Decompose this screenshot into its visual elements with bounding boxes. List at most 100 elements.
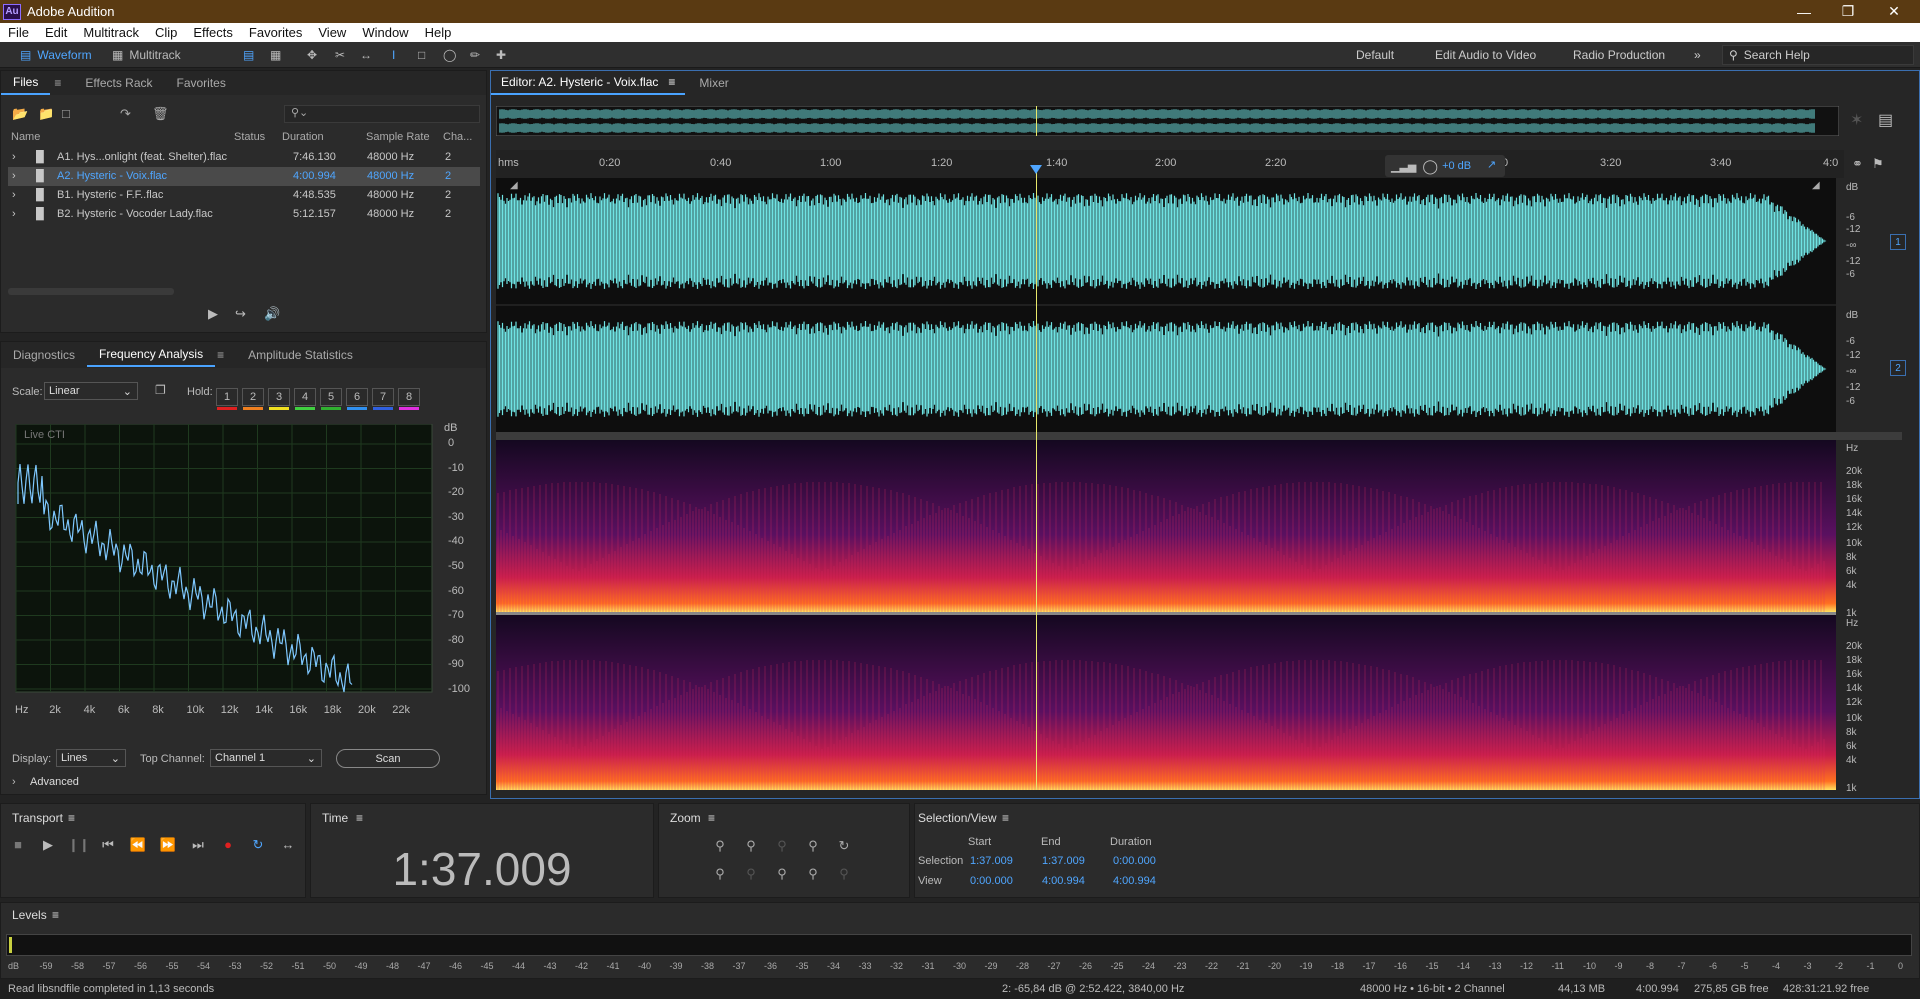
scan-button[interactable]: Scan: [336, 749, 440, 768]
headphones-icon[interactable]: ⚭: [1852, 156, 1863, 172]
col-name[interactable]: Name: [11, 131, 40, 143]
channel-1-toggle[interactable]: 1: [1890, 234, 1906, 250]
brush-tool-icon[interactable]: ✏: [470, 46, 480, 64]
selection-end[interactable]: 1:37.009: [1042, 855, 1085, 867]
waveform-display[interactable]: [496, 178, 1836, 432]
menu-effects[interactable]: Effects: [185, 25, 241, 40]
zoom-in-point-icon[interactable]: ⚲: [771, 866, 793, 882]
panel-menu-icon[interactable]: ≡: [1002, 811, 1009, 825]
view-end[interactable]: 4:00.994: [1042, 875, 1085, 887]
col-sample-rate[interactable]: Sample Rate: [366, 131, 430, 143]
expand-chevron-icon[interactable]: ›: [12, 170, 16, 182]
pin-hud-icon[interactable]: ↗: [1487, 158, 1496, 171]
zoom-out-full-icon[interactable]: ⚲: [771, 838, 793, 854]
file-row[interactable]: › █ B1. Hysteric - F.F..flac 4:48.535 48…: [8, 186, 480, 205]
col-status[interactable]: Status: [234, 131, 265, 143]
expand-chevron-icon[interactable]: ›: [12, 208, 16, 220]
marquee-tool-icon[interactable]: □: [418, 46, 425, 64]
slip-tool-icon[interactable]: ↔: [360, 46, 372, 64]
tab-diagnostics[interactable]: Diagnostics: [1, 343, 87, 367]
expand-chevron-icon[interactable]: ›: [12, 189, 16, 201]
preview-play-icon[interactable]: ▶: [208, 306, 218, 322]
tab-effects-rack[interactable]: Effects Rack: [73, 71, 164, 95]
advanced-chevron-icon[interactable]: ›: [12, 776, 16, 788]
zoom-to-selection-icon[interactable]: ⚲: [802, 838, 824, 854]
hold-button-4[interactable]: 4: [294, 388, 316, 410]
spot-healing-tool-icon[interactable]: ✚: [496, 46, 506, 64]
hold-button-7[interactable]: 7: [372, 388, 394, 410]
waveform-editor-icon[interactable]: ▤: [243, 46, 254, 64]
more-workspaces-icon[interactable]: »: [1694, 46, 1701, 64]
files-filter-input[interactable]: ⚲⌄: [284, 105, 480, 123]
panel-menu-icon[interactable]: ≡: [668, 75, 675, 89]
playhead-handle-icon[interactable]: [1030, 165, 1042, 174]
workspace-edit-audio-to-video[interactable]: Edit Audio to Video: [1435, 46, 1536, 64]
insert-into-multitrack-icon[interactable]: ↷: [120, 106, 131, 122]
play-icon[interactable]: ▶: [38, 837, 58, 853]
overview-menu-icon[interactable]: ▤: [1878, 110, 1893, 130]
expand-chevron-icon[interactable]: ›: [12, 151, 16, 163]
skip-selection-icon[interactable]: ↔: [278, 837, 298, 852]
scroll-right-icon[interactable]: ◢: [1812, 180, 1820, 191]
tab-files[interactable]: Files: [1, 71, 51, 95]
zoom-in-amplitude-icon[interactable]: ⚲: [709, 838, 731, 854]
record-icon[interactable]: ●: [218, 837, 238, 852]
zoom-out-time-icon[interactable]: ⚲: [740, 866, 762, 882]
lasso-tool-icon[interactable]: ◯: [443, 46, 456, 64]
view-splitter[interactable]: [496, 432, 1902, 440]
tab-frequency-analysis[interactable]: Frequency Analysis: [87, 343, 216, 367]
panel-menu-icon[interactable]: ≡: [215, 343, 236, 367]
move-to-previous-icon[interactable]: ⏮: [98, 837, 118, 853]
loop-playback-icon[interactable]: ↻: [248, 837, 268, 853]
auto-play-icon[interactable]: 🔊: [264, 306, 280, 322]
hold-button-3[interactable]: 3: [268, 388, 290, 410]
hold-button-5[interactable]: 5: [320, 388, 342, 410]
menu-help[interactable]: Help: [417, 25, 460, 40]
view-start[interactable]: 0:00.000: [970, 875, 1013, 887]
scale-select[interactable]: Linear ⌄: [44, 382, 138, 400]
menu-window[interactable]: Window: [354, 25, 416, 40]
hold-button-1[interactable]: 1: [216, 388, 238, 410]
menu-favorites[interactable]: Favorites: [241, 25, 310, 40]
new-file-icon[interactable]: □: [62, 106, 70, 121]
top-channel-select[interactable]: Channel 1 ⌄: [210, 749, 322, 767]
import-file-icon[interactable]: 📁: [38, 106, 54, 122]
zoom-out-amplitude-icon[interactable]: ⚲: [709, 866, 731, 882]
files-scrollbar[interactable]: [8, 288, 174, 295]
tab-amplitude-statistics[interactable]: Amplitude Statistics: [236, 343, 365, 367]
zoom-out-point-icon[interactable]: ⚲: [802, 866, 824, 882]
move-to-next-icon[interactable]: ⏭: [188, 837, 208, 853]
zoom-selection-icon[interactable]: ⚲: [833, 866, 855, 882]
razor-tool-icon[interactable]: ✂: [335, 46, 345, 64]
file-row[interactable]: › █ A1. Hys...onlight (feat. Shelter).fl…: [8, 148, 480, 167]
col-channels[interactable]: Cha...: [443, 131, 472, 143]
display-select[interactable]: Lines ⌄: [56, 749, 126, 767]
hold-button-2[interactable]: 2: [242, 388, 264, 410]
playhead-line[interactable]: [1036, 170, 1037, 790]
restore-icon[interactable]: ❐: [1826, 0, 1870, 23]
loop-preview-icon[interactable]: ↪: [235, 306, 246, 322]
stop-icon[interactable]: ■: [8, 837, 28, 852]
file-row[interactable]: › █ A2. Hysteric - Voix.flac 4:00.994 48…: [8, 167, 480, 186]
move-tool-icon[interactable]: ✥: [307, 46, 317, 64]
workspace-default[interactable]: Default: [1356, 46, 1394, 64]
view-duration[interactable]: 4:00.994: [1113, 875, 1156, 887]
panel-menu-icon[interactable]: ≡: [52, 908, 59, 922]
workspace-radio-production[interactable]: Radio Production: [1573, 46, 1665, 64]
close-icon[interactable]: ✕: [1872, 0, 1916, 23]
menu-file[interactable]: File: [0, 25, 37, 40]
hold-button-8[interactable]: 8: [398, 388, 420, 410]
file-row[interactable]: › █ B2. Hysteric - Vocoder Lady.flac 5:1…: [8, 205, 480, 224]
scroll-left-icon[interactable]: ◢: [510, 180, 518, 191]
delete-icon[interactable]: 🗑: [152, 106, 169, 122]
spectral-display[interactable]: [496, 440, 1836, 790]
rewind-icon[interactable]: ⏪: [128, 837, 148, 853]
zoom-in-time-icon[interactable]: ⚲: [740, 838, 762, 854]
selection-start[interactable]: 1:37.009: [970, 855, 1013, 867]
panel-menu-icon[interactable]: ≡: [708, 811, 715, 825]
zoom-to-selection-icon[interactable]: ✶: [1850, 110, 1863, 130]
open-file-icon[interactable]: 📂: [12, 106, 28, 122]
copy-graph-icon[interactable]: ❐: [155, 383, 166, 397]
hold-button-6[interactable]: 6: [346, 388, 368, 410]
volume-knob-icon[interactable]: ◯: [1422, 158, 1438, 175]
